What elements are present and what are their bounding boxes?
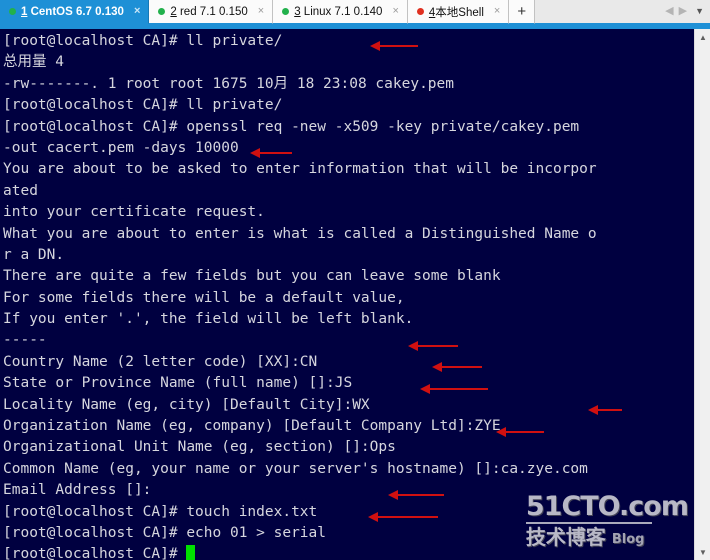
tab-status-dot-icon <box>282 8 290 15</box>
terminal-line: r a DN. <box>3 246 65 263</box>
terminal-cursor <box>186 545 196 560</box>
tab-list-dropdown-icon[interactable]: ▼ <box>695 7 704 16</box>
tab-status-dot-icon <box>416 8 424 15</box>
terminal-line: [root@localhost CA]# echo 01 > serial <box>3 524 327 541</box>
tab-status-dot-icon <box>158 8 166 15</box>
terminal-line: [root@localhost CA]# openssl req -new -x… <box>3 118 580 135</box>
terminal-line: [root@localhost CA]# <box>3 544 694 560</box>
terminal-line: Organizational Unit Name (eg, section) [… <box>3 439 396 456</box>
tab-close-icon[interactable]: × <box>132 6 142 17</box>
terminal-line: [root@localhost CA]# ll private/ <box>3 97 283 114</box>
tab-close-icon[interactable]: × <box>256 6 266 17</box>
scrollbar-up-arrow-icon[interactable]: ▲ <box>695 29 710 45</box>
terminal-line: For some fields there will be a default … <box>3 289 405 306</box>
tab-1-centos[interactable]: 1 CentOS 6.7 0.130 × <box>0 0 150 24</box>
tab-close-icon[interactable]: × <box>492 6 502 17</box>
terminal-line: -out cacert.pem -days 10000 <box>3 139 239 156</box>
tab-bar-filler: ◀ ▶ ▼ <box>535 0 710 24</box>
tab-next-icon[interactable]: ▶ <box>679 6 687 17</box>
terminal-line: Country Name (2 letter code) [XX]:CN <box>3 353 318 370</box>
tab-status-dot-icon <box>9 8 16 15</box>
terminal-line: If you enter '.', the field will be left… <box>3 311 414 328</box>
terminal-line: There are quite a few fields but you can… <box>3 268 501 285</box>
tab-label: 2 red 7.1 0.150 <box>170 6 247 18</box>
terminal-line: Common Name (eg, your name or your serve… <box>3 460 588 477</box>
terminal-output: [root@localhost CA]# ll private/总用量 4 -rw… <box>3 31 694 560</box>
terminal-line: into your certificate request. <box>3 204 265 221</box>
terminal-line: [root@localhost CA]# ll private/ <box>3 33 283 49</box>
tab-4-local-shell[interactable]: 4本地Shell × <box>407 0 510 24</box>
tab-label: 1 CentOS 6.7 0.130 <box>21 6 124 18</box>
tab-title: 本地Shell <box>435 6 484 19</box>
tab-label: 3 Linux 7.1 0.140 <box>294 6 382 18</box>
tab-title: CentOS 6.7 0.130 <box>27 5 124 18</box>
terminal-line: ----- <box>3 332 47 349</box>
tab-prev-icon[interactable]: ◀ <box>665 6 673 17</box>
terminal-line: 总用量 4 <box>3 54 64 71</box>
terminal-line: -rw-------. 1 root root 1675 10月 18 23:0… <box>3 75 454 92</box>
tab-3-linux[interactable]: 3 Linux 7.1 0.140 × <box>273 0 408 24</box>
terminal-line: Organization Name (eg, company) [Default… <box>3 418 501 435</box>
tab-title: red 7.1 0.150 <box>176 5 248 18</box>
terminal-screen[interactable]: [root@localhost CA]# ll private/总用量 4 -rw… <box>0 29 694 560</box>
new-tab-button[interactable]: + <box>509 0 536 24</box>
scrollbar-down-arrow-icon[interactable]: ▼ <box>695 544 710 560</box>
terminal-line: Locality Name (eg, city) [Default City]:… <box>3 396 370 413</box>
tab-2-red[interactable]: 2 red 7.1 0.150 × <box>149 0 274 24</box>
tab-label: 4本地Shell <box>429 4 484 20</box>
terminal-app-window: 1 CentOS 6.7 0.130 × 2 red 7.1 0.150 × 3… <box>0 0 710 560</box>
terminal-line: State or Province Name (full name) []:JS <box>3 375 353 392</box>
tab-bar: 1 CentOS 6.7 0.130 × 2 red 7.1 0.150 × 3… <box>0 0 710 24</box>
tab-close-icon[interactable]: × <box>390 6 400 17</box>
terminal-line: [root@localhost CA]# touch index.txt <box>3 503 318 520</box>
tab-nav-arrows: ◀ ▶ <box>665 6 687 17</box>
terminal-scrollbar[interactable]: ▲ ▼ <box>694 29 710 560</box>
terminal-line: Email Address []: <box>3 482 152 499</box>
terminal-line: You are about to be asked to enter infor… <box>3 161 597 178</box>
scrollbar-track[interactable] <box>695 45 710 544</box>
terminal-line: What you are about to enter is what is c… <box>3 225 597 242</box>
tab-title: Linux 7.1 0.140 <box>300 5 383 18</box>
terminal-line: ated <box>3 182 38 199</box>
